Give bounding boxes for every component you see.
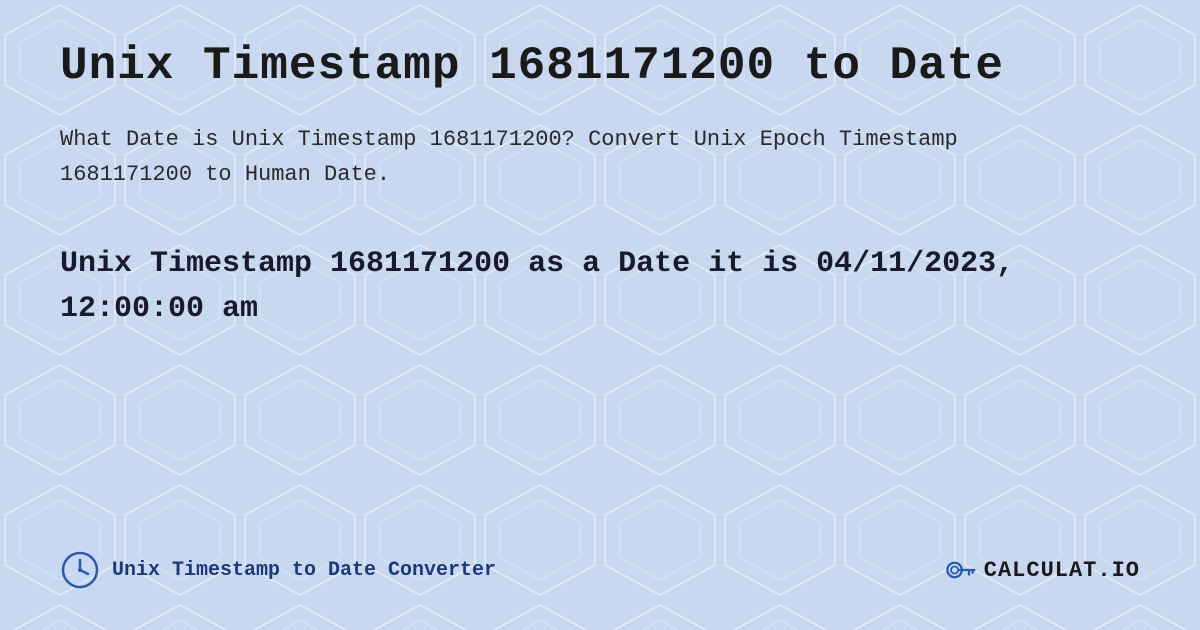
- calculat-logo[interactable]: CALCULAT.IO: [942, 552, 1140, 588]
- footer-link-text: Unix Timestamp to Date Converter: [112, 559, 496, 582]
- page-description: What Date is Unix Timestamp 1681171200? …: [60, 122, 960, 192]
- conversion-result: Unix Timestamp 1681171200 as a Date it i…: [60, 242, 1040, 332]
- clock-icon: [60, 550, 100, 590]
- calculat-brand-text: CALCULAT.IO: [984, 558, 1140, 583]
- footer-link[interactable]: Unix Timestamp to Date Converter: [60, 550, 496, 590]
- page-title: Unix Timestamp 1681171200 to Date: [60, 40, 1140, 92]
- calculator-icon: [942, 552, 978, 588]
